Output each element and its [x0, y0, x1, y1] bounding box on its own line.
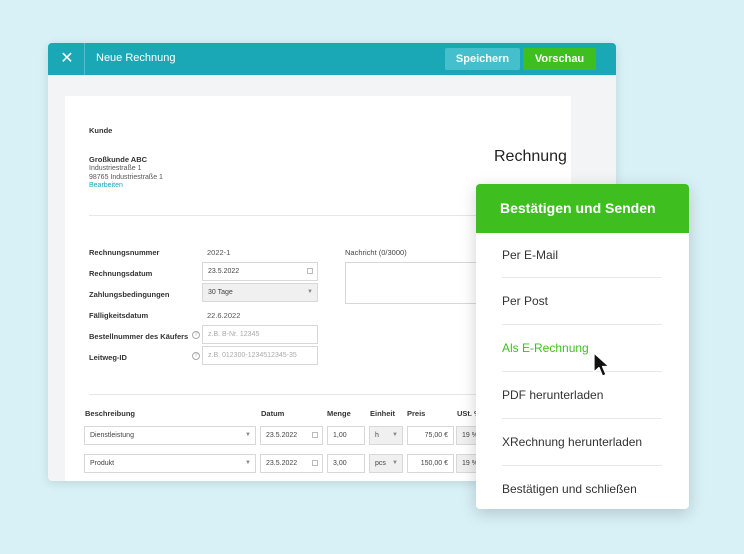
- payment-terms-value: 30 Tage: [208, 289, 233, 296]
- menu-item-pdf-download[interactable]: PDF herunterladen: [502, 388, 662, 402]
- row-date-value: 23.5.2022: [266, 432, 298, 439]
- row-description-value: Produkt: [90, 460, 115, 467]
- row-quantity-value: 1,00: [333, 432, 347, 439]
- chevron-down-icon: ▼: [392, 432, 398, 438]
- panel-title: Bestätigen und Senden: [476, 184, 689, 233]
- due-date-value: 22.6.2022: [207, 311, 241, 320]
- menu-divider: [502, 277, 662, 278]
- customer-city: 98765 Industriestraße 1: [89, 174, 163, 181]
- chevron-down-icon: ▼: [392, 460, 398, 466]
- confirm-send-panel: Bestätigen und Senden Per E-Mail Per Pos…: [476, 184, 689, 509]
- leitweg-input[interactable]: z.B. 012300-1234512345-35: [202, 346, 318, 365]
- calendar-icon: [307, 268, 313, 274]
- customer-street: Industriestraße 1: [89, 165, 142, 172]
- save-button[interactable]: Speichern: [445, 48, 520, 70]
- row-price-value: 150,00 €: [420, 460, 448, 467]
- row-description-select[interactable]: Produkt ▼: [84, 454, 256, 473]
- menu-divider: [502, 371, 662, 372]
- row-unit-value: h: [375, 432, 379, 439]
- help-icon[interactable]: ?: [192, 352, 200, 360]
- menu-item-email[interactable]: Per E-Mail: [502, 248, 662, 262]
- chevron-down-icon: ▼: [307, 289, 313, 295]
- calendar-icon: [312, 432, 318, 438]
- row-description-value: Dienstleistung: [90, 432, 134, 439]
- menu-item-e-invoice[interactable]: Als E-Rechnung: [502, 341, 662, 355]
- row-unit-value: pcs: [375, 460, 386, 467]
- row-quantity-input[interactable]: 3,00: [327, 454, 365, 473]
- customer-name: Großkunde ABC: [89, 155, 148, 164]
- row-date-value: 23.5.2022: [266, 460, 298, 467]
- invoice-number-label: Rechnungsnummer: [89, 248, 160, 257]
- row-quantity-input[interactable]: 1,00: [327, 426, 365, 445]
- due-date-label: Fälligkeitsdatum: [89, 311, 149, 320]
- calendar-icon: [312, 460, 318, 466]
- row-price-input[interactable]: 150,00 €: [407, 454, 454, 473]
- menu-divider: [502, 418, 662, 419]
- row-date-field[interactable]: 23.5.2022: [260, 454, 323, 473]
- message-textarea[interactable]: [345, 262, 495, 304]
- message-label: Nachricht (0/3000): [345, 248, 407, 257]
- leitweg-label: Leitweg-ID: [89, 353, 127, 362]
- help-icon[interactable]: ?: [192, 331, 200, 339]
- order-number-input[interactable]: z.B. B-Nr. 12345: [202, 325, 318, 344]
- invoice-number-value: 2022-1: [207, 248, 231, 257]
- invoice-date-value: 23.5.2022: [208, 268, 240, 275]
- row-unit-select[interactable]: pcs ▼: [369, 454, 403, 473]
- row-price-input[interactable]: 75,00 €: [407, 426, 454, 445]
- edit-customer-link[interactable]: Bearbeiten: [89, 182, 123, 189]
- menu-item-post[interactable]: Per Post: [502, 294, 662, 308]
- close-icon[interactable]: ✕: [58, 50, 76, 68]
- menu-item-confirm-close[interactable]: Bestätigen und schließen: [502, 482, 662, 496]
- order-number-label: Bestellnummer des Käufers: [89, 332, 189, 341]
- invoice-date-field[interactable]: 23.5.2022: [202, 262, 318, 281]
- order-number-placeholder: z.B. B-Nr. 12345: [208, 331, 260, 338]
- chevron-down-icon: ▼: [245, 432, 251, 438]
- menu-divider: [502, 324, 662, 325]
- leitweg-placeholder: z.B. 012300-1234512345-35: [208, 352, 297, 359]
- mouse-pointer-icon: [593, 352, 610, 377]
- row-quantity-value: 3,00: [333, 460, 347, 467]
- title-bar: ✕ Neue Rechnung Speichern Vorschau: [48, 43, 616, 75]
- payment-terms-select[interactable]: 30 Tage ▼: [202, 283, 318, 302]
- col-description-header: Beschreibung: [85, 409, 136, 418]
- chevron-down-icon: ▼: [245, 460, 251, 466]
- col-quantity-header: Menge: [327, 409, 351, 418]
- invoice-date-label: Rechnungsdatum: [89, 269, 153, 278]
- payment-terms-label: Zahlungsbedingungen: [89, 290, 170, 299]
- row-description-select[interactable]: Dienstleistung ▼: [84, 426, 256, 445]
- customer-section-label: Kunde: [89, 126, 113, 135]
- row-unit-select[interactable]: h ▼: [369, 426, 403, 445]
- row-date-field[interactable]: 23.5.2022: [260, 426, 323, 445]
- document-heading: Rechnung: [494, 148, 567, 165]
- menu-item-xrechnung-download[interactable]: XRechnung herunterladen: [502, 435, 662, 449]
- col-date-header: Datum: [261, 409, 285, 418]
- menu-divider: [502, 465, 662, 466]
- title-divider: [84, 43, 85, 75]
- col-price-header: Preis: [407, 409, 426, 418]
- window-title: Neue Rechnung: [96, 52, 176, 64]
- col-unit-header: Einheit: [370, 409, 396, 418]
- preview-button[interactable]: Vorschau: [523, 48, 596, 70]
- row-price-value: 75,00 €: [424, 432, 448, 439]
